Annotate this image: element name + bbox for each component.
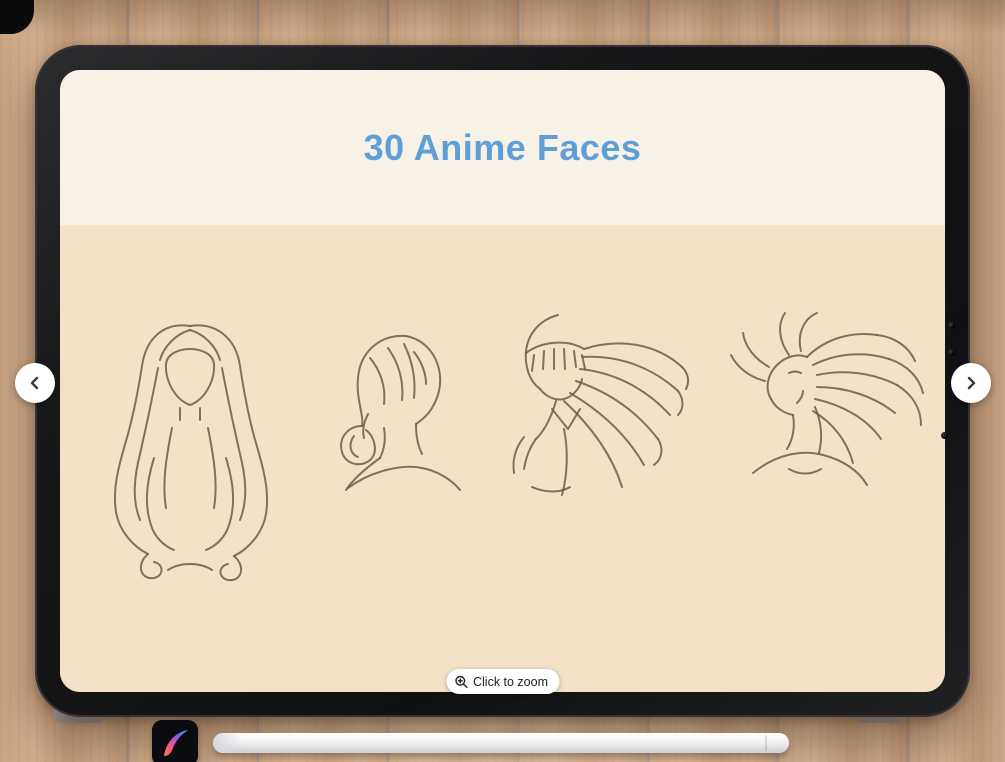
bezel-camera-dot xyxy=(948,322,955,329)
carousel-prev-button[interactable] xyxy=(15,363,55,403)
photo-corner-object xyxy=(0,0,34,34)
zoom-button-label: Click to zoom xyxy=(472,674,549,689)
zoom-button[interactable]: Click to zoom xyxy=(445,669,560,694)
chevron-right-icon xyxy=(967,376,976,390)
carousel-next-button[interactable] xyxy=(951,363,991,403)
sketch-straight-hair-bangs-flowing xyxy=(472,297,695,562)
sketch-messy-windblown-hair xyxy=(705,303,935,543)
chevron-left-icon xyxy=(30,376,39,390)
bezel-camera-dot xyxy=(948,349,955,356)
magnifier-plus-icon xyxy=(454,675,468,688)
tablet-screen: 30 Anime Faces xyxy=(60,70,945,692)
product-photo-stage: 30 Anime Faces Click to zoom xyxy=(0,0,1005,762)
tablet: 30 Anime Faces xyxy=(35,45,970,717)
product-image[interactable] xyxy=(60,225,945,692)
sketch-long-wavy-hair-front xyxy=(88,308,292,595)
apple-pencil xyxy=(213,733,789,753)
sketch-braided-updo-side xyxy=(318,318,468,545)
procreate-logo xyxy=(152,720,198,762)
screen-header: 30 Anime Faces xyxy=(60,70,945,225)
bezel-camera-dot xyxy=(941,432,948,439)
page-title: 30 Anime Faces xyxy=(363,126,642,168)
